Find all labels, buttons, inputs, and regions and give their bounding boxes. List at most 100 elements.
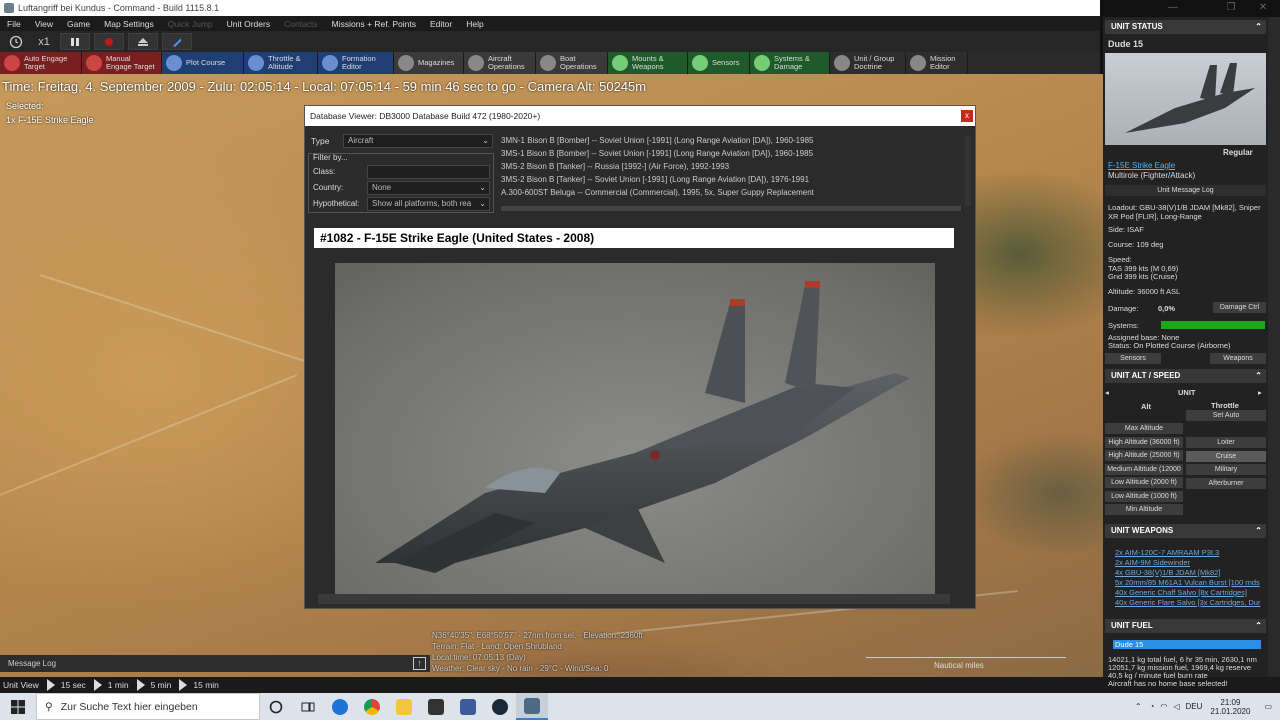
- time-step-15sec[interactable]: 15 sec: [61, 680, 86, 690]
- message-log-bar[interactable]: Message Log ↑: [0, 655, 430, 672]
- list-item[interactable]: 3MS-2 Bison B [Tanker] -- Russia [1992-]…: [501, 160, 961, 173]
- windows-start-icon[interactable]: [0, 693, 36, 720]
- manual-engage-target-button[interactable]: Manual Engage Target: [82, 52, 162, 74]
- cortana-icon[interactable]: [260, 693, 292, 720]
- list-scrollbar[interactable]: [965, 136, 971, 206]
- menu-help[interactable]: Help: [459, 19, 490, 29]
- weapon-link[interactable]: 4x GBU-38(V)1/B JDAM [Mk82]: [1115, 568, 1220, 578]
- chrome-icon[interactable]: [356, 693, 388, 720]
- unit-view-label[interactable]: Unit View: [3, 680, 39, 690]
- time-step-5min[interactable]: 5 min: [151, 680, 172, 690]
- weapon-link[interactable]: 5x 20mm/85 M61A1 Vulcan Burst [100 rnds: [1115, 578, 1260, 588]
- unit-group-doctrine-button[interactable]: Unit / Group Doctrine: [830, 52, 906, 74]
- menu-contacts[interactable]: Contacts: [277, 19, 325, 29]
- command-app-icon[interactable]: [516, 693, 548, 720]
- aircraft-link[interactable]: F-15E Strike Eagle: [1108, 161, 1175, 170]
- altitude-option[interactable]: Medium Altitude (12000: [1105, 463, 1183, 475]
- boat-operations-button[interactable]: Boat Operations: [536, 52, 608, 74]
- menu-file[interactable]: File: [0, 19, 28, 29]
- plot-course-button[interactable]: Plot Course: [162, 52, 244, 74]
- systems-damage-button[interactable]: Systems & Damage: [750, 52, 830, 74]
- minimize-icon[interactable]: —: [1160, 0, 1186, 16]
- file-explorer-icon[interactable]: [388, 693, 420, 720]
- clock-icon[interactable]: [6, 33, 26, 50]
- throttle-altitude-button[interactable]: Throttle & Altitude: [244, 52, 318, 74]
- set-auto-button[interactable]: Set Auto: [1186, 410, 1266, 421]
- tool-icon[interactable]: [162, 33, 192, 50]
- weapon-link[interactable]: 40x Generic Chaff Salvo [8x Cartridges]: [1115, 588, 1247, 598]
- country-select[interactable]: None ⌄: [367, 181, 490, 195]
- collapse-icon[interactable]: ⌃: [1255, 524, 1262, 538]
- weapon-link[interactable]: 40x Generic Flare Salvo [3x Cartridges, …: [1115, 598, 1260, 608]
- eject-icon[interactable]: [128, 33, 158, 50]
- close-icon[interactable]: x: [961, 110, 973, 122]
- taskbar-clock[interactable]: 21:09 21.01.2020: [1210, 698, 1250, 716]
- mounts-weapons-button[interactable]: Mounts & Weapons: [608, 52, 688, 74]
- weapon-link[interactable]: 2x AIM-9M Sidewinder: [1115, 558, 1190, 568]
- fuel-unit-row[interactable]: Dude 15: [1113, 640, 1261, 649]
- list-item[interactable]: 3MS-2 Bison B [Tanker] -- Soviet Union […: [501, 173, 961, 186]
- altitude-option[interactable]: High Altitude (36000 ft): [1105, 436, 1183, 448]
- taskbar-search-input[interactable]: ⚲ Zur Suche Text hier eingeben: [36, 693, 260, 720]
- mail-icon[interactable]: [420, 693, 452, 720]
- throttle-option[interactable]: Cruise: [1186, 450, 1266, 462]
- language-indicator[interactable]: DEU: [1186, 702, 1203, 711]
- close-window-icon[interactable]: ✕: [1250, 0, 1276, 16]
- time-step-1min[interactable]: 1 min: [108, 680, 129, 690]
- list-item[interactable]: 3MS-1 Bison B [Bomber] -- Soviet Union […: [501, 147, 961, 160]
- menu-quick-jump[interactable]: Quick Jump: [161, 19, 220, 29]
- wifi-icon[interactable]: ◠: [1160, 702, 1167, 711]
- weapon-link[interactable]: 2x AIM-120C-7 AMRAAM P3I.3: [1115, 548, 1219, 558]
- unit-message-log-button[interactable]: Unit Message Log: [1105, 185, 1266, 196]
- throttle-option[interactable]: Loiter: [1186, 437, 1266, 448]
- panel-scrollbar[interactable]: [1268, 17, 1280, 677]
- collapse-icon[interactable]: ⌃: [1255, 20, 1262, 34]
- unit-weapons-header[interactable]: UNIT WEAPONS ⌃: [1105, 524, 1266, 538]
- expand-icon[interactable]: ↑: [413, 657, 426, 670]
- chevron-left-icon[interactable]: ◂: [1105, 388, 1109, 397]
- unit-status-header[interactable]: UNIT STATUS ⌃: [1105, 20, 1266, 34]
- throttle-option[interactable]: Afterburner: [1186, 477, 1266, 489]
- menu-game[interactable]: Game: [60, 19, 97, 29]
- unit-alt-speed-header[interactable]: UNIT ALT / SPEED ⌃: [1105, 369, 1266, 383]
- menu-missions-ref-points[interactable]: Missions + Ref. Points: [325, 19, 423, 29]
- maximize-icon[interactable]: ❐: [1218, 0, 1244, 16]
- list-item[interactable]: 3MN-1 Bison B [Bomber] -- Soviet Union […: [501, 134, 961, 147]
- tray-chevron-up-icon[interactable]: ⌃: [1135, 702, 1142, 711]
- magazines-button[interactable]: Magazines: [394, 52, 464, 74]
- notifications-icon[interactable]: ▭: [1264, 702, 1272, 711]
- altitude-option[interactable]: High Altitude (25000 ft): [1105, 450, 1183, 461]
- network-icon[interactable]: ◔: [1150, 702, 1155, 711]
- formation-editor-button[interactable]: Formation Editor: [318, 52, 394, 74]
- weapons-panel-button[interactable]: Weapons: [1210, 353, 1266, 364]
- collapse-icon[interactable]: ⌃: [1255, 619, 1262, 633]
- time-step-15min[interactable]: 15 min: [193, 680, 219, 690]
- unit-fuel-header[interactable]: UNIT FUEL ⌃: [1105, 619, 1266, 633]
- class-input[interactable]: [367, 165, 490, 179]
- detail-hscrollbar[interactable]: [318, 594, 950, 604]
- altitude-option[interactable]: Low Altitude (1000 ft): [1105, 490, 1183, 502]
- task-view-icon[interactable]: [292, 693, 324, 720]
- menu-unit-orders[interactable]: Unit Orders: [220, 19, 277, 29]
- altitude-option[interactable]: Low Altitude (2000 ft): [1105, 477, 1183, 488]
- list-hscrollbar[interactable]: [501, 206, 961, 211]
- pause-button[interactable]: [60, 33, 90, 50]
- edge-icon[interactable]: [324, 693, 356, 720]
- volume-icon[interactable]: ◁: [1173, 702, 1179, 711]
- auto-engage-target-button[interactable]: Auto Engage Target: [0, 52, 82, 74]
- record-button[interactable]: [94, 33, 124, 50]
- list-item[interactable]: A.300-600ST Beluga -- Commercial (Commer…: [501, 186, 961, 199]
- aircraft-operations-button[interactable]: Aircraft Operations: [464, 52, 536, 74]
- altitude-option[interactable]: Min Altitude: [1105, 504, 1183, 515]
- throttle-option[interactable]: Military: [1186, 464, 1266, 475]
- hypothetical-select[interactable]: Show all platforms, both rea ⌄: [367, 197, 490, 211]
- outlook-icon[interactable]: [452, 693, 484, 720]
- damage-control-button[interactable]: Damage Ctrl: [1213, 302, 1266, 313]
- altitude-option[interactable]: Max Altitude: [1105, 423, 1183, 434]
- menu-editor[interactable]: Editor: [423, 19, 459, 29]
- sensors-panel-button[interactable]: Sensors: [1105, 353, 1161, 364]
- mission-editor-button[interactable]: Mission Editor: [906, 52, 968, 74]
- steam-icon[interactable]: [484, 693, 516, 720]
- chevron-right-icon[interactable]: ▸: [1258, 388, 1262, 397]
- time-compression-label[interactable]: x1: [32, 33, 56, 50]
